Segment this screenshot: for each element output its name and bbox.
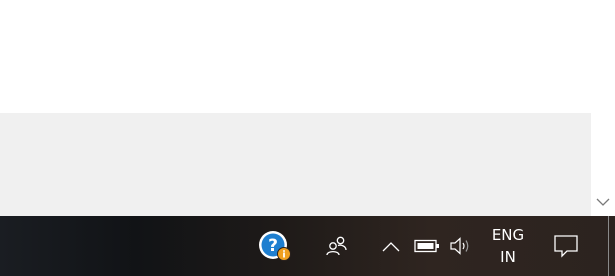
chevron-up-icon — [382, 241, 400, 251]
battery-icon — [414, 239, 439, 253]
battery-button[interactable] — [410, 216, 444, 276]
action-center-button[interactable] — [546, 216, 586, 276]
svg-text:?: ? — [268, 236, 278, 256]
taskbar: ? ENG IN — [0, 216, 615, 276]
vertical-scrollbar[interactable] — [591, 0, 615, 216]
people-icon — [326, 236, 347, 256]
show-desktop-button[interactable] — [608, 216, 609, 276]
help-app-tray-button[interactable]: ? — [252, 216, 298, 276]
volume-button[interactable] — [446, 216, 476, 276]
speaker-icon — [450, 237, 469, 255]
show-hidden-icons-button[interactable] — [377, 216, 405, 276]
scroll-down-button[interactable] — [591, 192, 615, 212]
chevron-down-icon — [596, 198, 610, 206]
help-question-icon: ? — [259, 231, 291, 261]
screen: ? ENG IN — [0, 0, 615, 276]
language-region: IN — [500, 248, 516, 266]
language-indicator[interactable]: ENG IN — [484, 216, 532, 276]
action-center-icon — [554, 235, 578, 258]
language-code: ENG — [491, 226, 525, 244]
window-footer-area — [0, 113, 591, 216]
window-content-area — [0, 0, 591, 113]
people-button[interactable] — [316, 216, 358, 276]
